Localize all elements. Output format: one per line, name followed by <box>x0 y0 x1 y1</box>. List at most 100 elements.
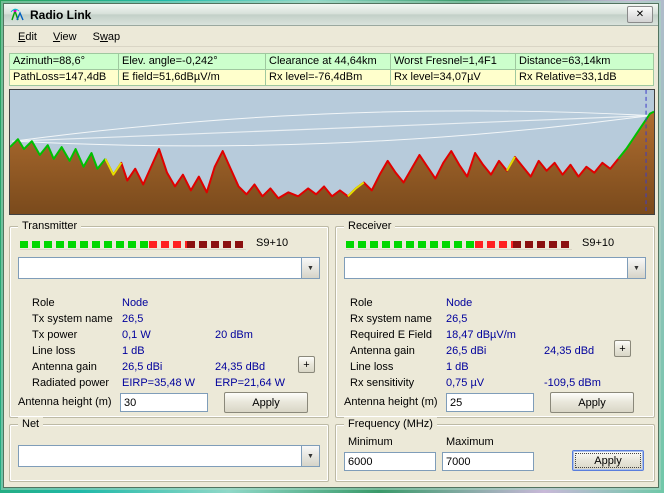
receiver-legend: Receiver <box>344 219 395 233</box>
rx-system-combo[interactable]: ▼ <box>344 257 646 279</box>
rx-sensitivity-row: Rx sensitivity 0,75 µV -109,5 dBm <box>336 377 654 392</box>
rx-antenna-plus-button[interactable]: + <box>614 340 631 357</box>
tx-power-dbm: 20 dBm <box>215 329 253 341</box>
rx-meter-red-segments <box>475 241 513 248</box>
rx-line-loss-label: Line loss <box>350 361 393 373</box>
info-pathloss: PathLoss=147,4dB <box>9 69 119 86</box>
rx-antenna-height-row: Antenna height (m) Apply <box>336 396 654 411</box>
transmitter-group: Transmitter S9+10 ▼ Role Node Tx system … <box>9 226 329 418</box>
tx-system-name-label: Tx system name <box>32 313 113 325</box>
menu-view[interactable]: View <box>45 29 85 45</box>
menu-edit[interactable]: Edit <box>10 29 45 45</box>
rx-antenna-gain-dbi: 26,5 dBi <box>446 345 486 357</box>
frequency-legend: Frequency (MHz) <box>344 417 437 431</box>
info-rx-level-uv: Rx level=34,07µV <box>390 69 516 86</box>
tx-antenna-height-label: Antenna height (m) <box>18 396 112 408</box>
tx-line-loss-row: Line loss 1 dB <box>10 345 328 360</box>
rx-sensitivity-label: Rx sensitivity <box>350 377 414 389</box>
tx-erp-value: ERP=21,64 W <box>215 377 285 389</box>
tx-antenna-gain-label: Antenna gain <box>32 361 97 373</box>
menu-swap[interactable]: Swap <box>85 29 129 45</box>
rx-antenna-gain-label: Antenna gain <box>350 345 415 357</box>
rx-signal-meter <box>346 239 572 250</box>
frequency-group: Frequency (MHz) Minimum Maximum Apply <box>335 424 655 482</box>
info-row-1: Azimuth=88,6° Elev. angle=-0,242° Cleara… <box>9 53 657 70</box>
tx-apply-button[interactable]: Apply <box>224 392 308 413</box>
net-group: Net ▼ <box>9 424 329 482</box>
rx-required-efield-value: 18,47 dBµV/m <box>446 329 516 341</box>
title-bar[interactable]: Radio Link ✕ <box>4 4 658 26</box>
tx-role-label: Role <box>32 297 55 309</box>
receiver-group: Receiver S9+10 ▼ Role Node Rx system nam… <box>335 226 655 418</box>
tx-combo-dropdown-arrow-icon[interactable]: ▼ <box>301 258 319 278</box>
info-distance: Distance=63,14km <box>515 53 654 70</box>
tx-antenna-gain-row: Antenna gain 26,5 dBi 24,35 dBd <box>10 361 328 376</box>
frequency-max-input[interactable] <box>442 452 534 471</box>
close-button[interactable]: ✕ <box>627 6 653 23</box>
tx-antenna-gain-dbi: 26,5 dBi <box>122 361 162 373</box>
rx-sensitivity-dbm: -109,5 dBm <box>544 377 601 389</box>
tx-signal-meter <box>20 239 246 250</box>
info-clearance: Clearance at 44,64km <box>265 53 391 70</box>
frequency-min-input[interactable] <box>344 452 436 471</box>
rx-sensitivity-uv: 0,75 µV <box>446 377 484 389</box>
link-info-table: Azimuth=88,6° Elev. angle=-0,242° Cleara… <box>9 53 657 86</box>
menu-bar: Edit View Swap <box>4 27 658 47</box>
tx-radiated-power-label: Radiated power <box>32 377 109 389</box>
info-efield: E field=51,6dBµV/m <box>118 69 266 86</box>
rx-smeter-label: S9+10 <box>582 237 614 249</box>
net-legend: Net <box>18 417 43 431</box>
rx-required-efield-row: Required E Field 18,47 dBµV/m <box>336 329 654 344</box>
tx-antenna-gain-dbd: 24,35 dBd <box>215 361 265 373</box>
tx-meter-red-segments <box>149 241 187 248</box>
terrain-profile-chart <box>9 89 655 215</box>
tx-meter-green-segments <box>20 241 149 248</box>
info-elev-angle: Elev. angle=-0,242° <box>118 53 266 70</box>
tx-antenna-plus-button[interactable]: + <box>298 356 315 373</box>
info-row-2: PathLoss=147,4dB E field=51,6dBµV/m Rx l… <box>9 69 657 86</box>
tx-antenna-height-input[interactable] <box>120 393 208 412</box>
rx-system-name-label: Rx system name <box>350 313 432 325</box>
tx-radiated-power-row: Radiated power EIRP=35,48 W ERP=21,64 W <box>10 377 328 392</box>
rx-meter-darkred-segments <box>513 241 572 248</box>
radio-link-window: Radio Link ✕ Edit View Swap Azimuth=88,6… <box>3 3 659 488</box>
frequency-max-label: Maximum <box>446 436 494 448</box>
net-combo[interactable]: ▼ <box>18 445 320 467</box>
info-azimuth: Azimuth=88,6° <box>9 53 119 70</box>
tx-eirp-value: EIRP=35,48 W <box>122 377 195 389</box>
rx-system-name-value: 26,5 <box>446 313 467 325</box>
frequency-apply-button[interactable]: Apply <box>572 450 644 471</box>
rx-apply-button[interactable]: Apply <box>550 392 634 413</box>
rx-line-loss-row: Line loss 1 dB <box>336 361 654 376</box>
rx-meter-green-segments <box>346 241 475 248</box>
rx-line-loss-value: 1 dB <box>446 361 469 373</box>
rx-combo-dropdown-arrow-icon[interactable]: ▼ <box>627 258 645 278</box>
rx-role-row: Role Node <box>336 297 654 312</box>
app-icon <box>9 7 25 23</box>
rx-antenna-height-input[interactable] <box>446 393 534 412</box>
rx-antenna-height-label: Antenna height (m) <box>344 396 438 408</box>
tx-power-label: Tx power <box>32 329 77 341</box>
tx-role-value: Node <box>122 297 148 309</box>
tx-smeter-label: S9+10 <box>256 237 288 249</box>
rx-role-value: Node <box>446 297 472 309</box>
window-title: Radio Link <box>30 8 91 22</box>
tx-system-combo[interactable]: ▼ <box>18 257 320 279</box>
tx-power-row: Tx power 0,1 W 20 dBm <box>10 329 328 344</box>
info-rx-relative: Rx Relative=33,1dB <box>515 69 654 86</box>
tx-power-watts: 0,1 W <box>122 329 151 341</box>
tx-system-name-value: 26,5 <box>122 313 143 325</box>
rx-role-label: Role <box>350 297 373 309</box>
tx-meter-darkred-segments <box>187 241 246 248</box>
transmitter-legend: Transmitter <box>18 219 81 233</box>
tx-role-row: Role Node <box>10 297 328 312</box>
tx-system-name-row: Tx system name 26,5 <box>10 313 328 328</box>
rx-antenna-gain-dbd: 24,35 dBd <box>544 345 594 357</box>
tx-line-loss-value: 1 dB <box>122 345 145 357</box>
frequency-min-label: Minimum <box>348 436 393 448</box>
tx-antenna-height-row: Antenna height (m) Apply <box>10 396 328 411</box>
rx-required-efield-label: Required E Field <box>350 329 432 341</box>
desktop-background: Radio Link ✕ Edit View Swap Azimuth=88,6… <box>0 0 664 493</box>
net-combo-dropdown-arrow-icon[interactable]: ▼ <box>301 446 319 466</box>
rx-system-name-row: Rx system name 26,5 <box>336 313 654 328</box>
